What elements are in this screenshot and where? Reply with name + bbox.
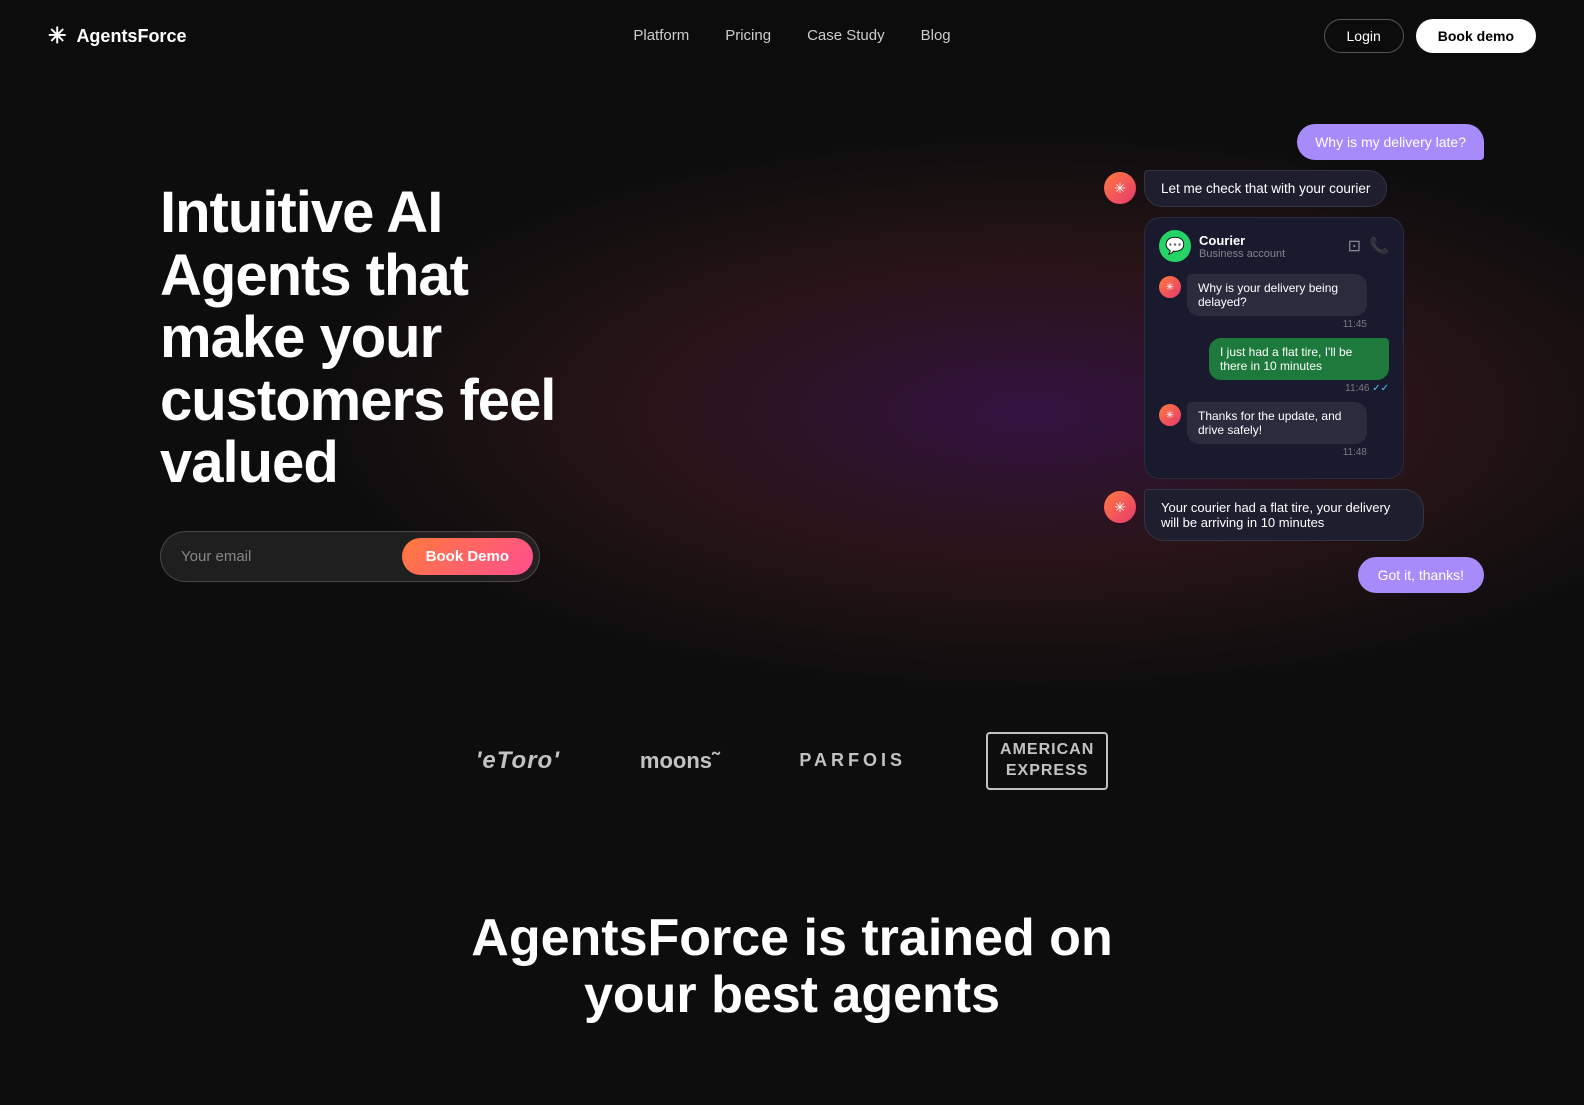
agent-avatar-2: ✳ <box>1104 491 1136 523</box>
hero-title: Intuitive AI Agents that make your custo… <box>160 182 620 495</box>
msg-bubble-a1: I just had a flat tire, I'll be there in… <box>1209 338 1389 380</box>
agent-avatar-1: ✳ <box>1104 172 1136 204</box>
tick-icon: ✓✓ <box>1372 383 1389 394</box>
msg-avatar-q2: ✳ <box>1159 404 1181 426</box>
login-button[interactable]: Login <box>1324 19 1404 53</box>
agent-row-1: ✳ Let me check that with your courier <box>1104 170 1484 207</box>
nav-blog[interactable]: Blog <box>921 27 951 44</box>
email-form: Book Demo <box>160 531 540 582</box>
chat-widget: Why is my delivery late? ✳ Let me check … <box>1104 124 1484 593</box>
msg-row-q1: ✳ Why is your delivery being delayed? 11… <box>1159 274 1389 330</box>
logo-parfois: PARFOIS <box>799 750 906 771</box>
logo-moons: moons˜ <box>640 748 719 774</box>
nav-platform[interactable]: Platform <box>633 27 689 44</box>
whatsapp-name: Courier <box>1199 233 1285 248</box>
bottom-title: AgentsForce is trained on your best agen… <box>442 910 1142 1024</box>
whatsapp-header: 💬 Courier Business account ⊡ 📞 <box>1159 230 1389 262</box>
msg-bubble-q2: Thanks for the update, and drive safely! <box>1187 402 1367 444</box>
msg-time-q2: 11:48 <box>1187 447 1367 458</box>
agent-bubble-2: Your courier had a flat tire, your deliv… <box>1144 489 1424 541</box>
nav-pricing[interactable]: Pricing <box>725 27 771 44</box>
logo-amex: AMERICANEXPRESS <box>986 732 1108 790</box>
bottom-section: AgentsForce is trained on your best agen… <box>0 850 1584 1044</box>
nav-case-study[interactable]: Case Study <box>807 27 885 44</box>
msg-time-a1: 11:46 ✓✓ <box>1209 383 1389 394</box>
msg-time-q1: 11:45 <box>1187 319 1367 330</box>
user-bubble-1: Why is my delivery late? <box>1297 124 1484 160</box>
brand-name: AgentsForce <box>76 26 186 47</box>
agent-bubble-1: Let me check that with your courier <box>1144 170 1387 207</box>
msg-row-a1: I just had a flat tire, I'll be there in… <box>1159 338 1389 394</box>
msg-bubble-q1: Why is your delivery being delayed? <box>1187 274 1367 316</box>
hero-section: Intuitive AI Agents that make your custo… <box>0 72 1584 692</box>
agent-row-2: ✳ Your courier had a flat tire, your del… <box>1104 489 1484 541</box>
whatsapp-icons: ⊡ 📞 <box>1348 236 1389 256</box>
hero-content: Intuitive AI Agents that make your custo… <box>0 182 620 582</box>
whatsapp-avatar: 💬 <box>1159 230 1191 262</box>
nav-links: Platform Pricing Case Study Blog <box>633 27 950 45</box>
msg-row-q2: ✳ Thanks for the update, and drive safel… <box>1159 402 1389 458</box>
logo-etoro: 'eToro' <box>476 747 560 775</box>
logo-icon: ✳ <box>48 23 66 49</box>
whatsapp-card: 💬 Courier Business account ⊡ 📞 ✳ Why is … <box>1144 217 1404 479</box>
brand-logo[interactable]: ✳ AgentsForce <box>48 23 186 49</box>
whatsapp-header-left: 💬 Courier Business account <box>1159 230 1285 262</box>
whatsapp-sub: Business account <box>1199 248 1285 260</box>
msg-avatar-q1: ✳ <box>1159 276 1181 298</box>
navbar: ✳ AgentsForce Platform Pricing Case Stud… <box>0 0 1584 72</box>
logos-section: 'eToro' moons˜ PARFOIS AMERICANEXPRESS <box>0 692 1584 850</box>
book-demo-hero-button[interactable]: Book Demo <box>402 538 533 575</box>
phone-icon: 📞 <box>1369 236 1389 256</box>
nav-actions: Login Book demo <box>1324 19 1537 53</box>
user-bubble-2: Got it, thanks! <box>1358 557 1484 593</box>
book-demo-nav-button[interactable]: Book demo <box>1416 19 1536 53</box>
video-icon: ⊡ <box>1348 236 1361 256</box>
email-input[interactable] <box>181 548 394 565</box>
